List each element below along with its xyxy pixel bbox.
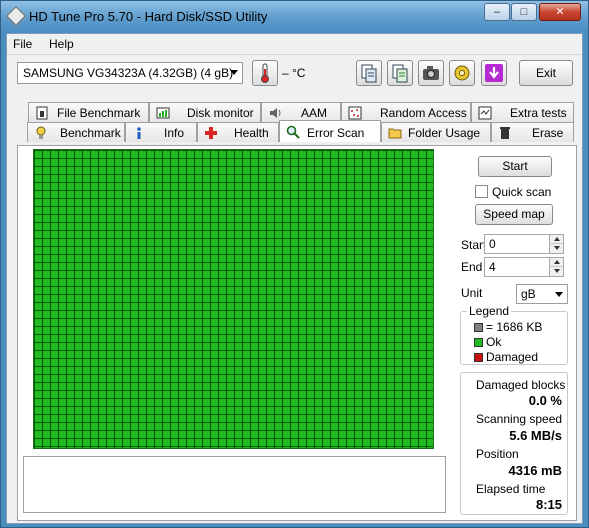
maximize-button[interactable]: □ <box>511 3 537 21</box>
unit-label: Unit <box>461 286 483 300</box>
app-icon <box>6 6 26 26</box>
random-access-icon <box>348 106 362 120</box>
tab-health[interactable]: Health <box>197 122 279 142</box>
scan-block-map <box>33 149 434 449</box>
menu-help[interactable]: Help <box>49 37 74 51</box>
position-value: 4316 mB <box>508 463 562 478</box>
tab-label: Disk monitor <box>187 106 254 120</box>
minimize-button[interactable]: – <box>484 3 510 21</box>
speaker-icon <box>268 106 282 120</box>
chevron-down-icon <box>555 292 563 297</box>
damaged-swatch <box>474 353 483 362</box>
end-label: End <box>461 260 483 274</box>
health-cross-icon <box>204 126 218 140</box>
end-position-input[interactable]: 4 <box>484 257 564 277</box>
legend-block-size: = 1686 KB <box>486 320 543 334</box>
position-label: Position <box>476 447 519 461</box>
unit-value: gB <box>521 287 536 301</box>
magnifier-icon <box>286 125 300 139</box>
temperature-button[interactable] <box>252 60 278 86</box>
tab-label: AAM <box>301 106 328 120</box>
tab-file-benchmark[interactable]: File Benchmark <box>28 102 149 122</box>
start-position-input[interactable]: 0 <box>484 234 564 254</box>
copy-text-icon <box>392 64 408 83</box>
exit-button[interactable]: Exit <box>519 60 573 86</box>
tab-random-access[interactable]: Random Access <box>341 102 471 122</box>
tab-erase[interactable]: Erase <box>491 122 574 142</box>
tab-aam[interactable]: AAM <box>261 102 341 122</box>
screenshot-button[interactable] <box>418 60 444 86</box>
download-arrow-icon <box>485 64 503 82</box>
drive-select[interactable]: SAMSUNG VG34323A (4.32GB) (4 gB) <box>17 62 243 84</box>
end-value: 4 <box>489 260 496 274</box>
info-icon <box>132 126 146 140</box>
start-label: Start <box>461 238 487 252</box>
ok-swatch <box>474 338 483 347</box>
title-bar[interactable]: HD Tune Pro 5.70 - Hard Disk/SSD Utility… <box>1 1 588 33</box>
scanning-speed-label: Scanning speed <box>476 412 563 426</box>
quick-scan-checkbox[interactable] <box>475 185 488 198</box>
tab-disk-monitor[interactable]: Disk monitor <box>149 102 261 122</box>
chevron-down-icon <box>230 70 238 75</box>
tab-folder-usage[interactable]: Folder Usage <box>381 122 491 142</box>
tab-benchmark[interactable]: Benchmark <box>27 122 125 142</box>
copy-text-button[interactable] <box>387 60 413 86</box>
spin-down-icon[interactable] <box>549 244 563 253</box>
disk-monitor-icon <box>156 106 170 120</box>
legend-damaged: Damaged <box>486 350 539 364</box>
spin-up-icon[interactable] <box>549 258 563 267</box>
legend-ok: Ok <box>486 335 502 349</box>
drive-select-value: SAMSUNG VG34323A (4.32GB) (4 gB) <box>23 66 234 80</box>
scan-log <box>23 456 446 513</box>
legend-title: Legend <box>467 304 512 318</box>
tab-label: Error Scan <box>307 126 365 140</box>
extra-tests-icon <box>478 106 492 120</box>
copy-info-icon <box>361 64 377 83</box>
tab-extra-tests[interactable]: Extra tests <box>471 102 574 122</box>
benchmark-icon <box>34 126 48 140</box>
speed-map-button[interactable]: Speed map <box>475 204 553 225</box>
thermometer-icon <box>261 63 269 83</box>
copy-info-button[interactable] <box>356 60 382 86</box>
options-icon <box>454 65 470 81</box>
damaged-blocks-label: Damaged blocks <box>476 378 566 392</box>
window-title: HD Tune Pro 5.70 - Hard Disk/SSD Utility <box>29 9 268 24</box>
trash-icon <box>498 126 512 140</box>
block-swatch <box>474 323 483 332</box>
tab-label: Folder Usage <box>408 126 481 140</box>
elapsed-time-label: Elapsed time <box>476 482 546 496</box>
folder-icon <box>388 126 402 140</box>
tab-label: Erase <box>532 126 564 140</box>
tab-label: Benchmark <box>60 126 121 140</box>
tab-label: File Benchmark <box>57 106 141 120</box>
spin-down-icon[interactable] <box>549 267 563 276</box>
spin-up-icon[interactable] <box>549 235 563 244</box>
tab-label: Random Access <box>380 106 467 120</box>
tab-label: Extra tests <box>510 106 567 120</box>
toolbar-divider <box>7 54 582 55</box>
tab-info[interactable]: Info <box>125 122 197 142</box>
elapsed-time-value: 8:15 <box>535 497 562 512</box>
app-window: HD Tune Pro 5.70 - Hard Disk/SSD Utility… <box>0 0 589 528</box>
tab-label: Health <box>234 126 269 140</box>
close-button[interactable]: ✕ <box>539 3 581 21</box>
tab-error-scan[interactable]: Error Scan <box>279 120 381 142</box>
options-button[interactable] <box>449 60 475 86</box>
camera-icon <box>423 66 439 80</box>
quick-scan-label: Quick scan <box>492 185 552 199</box>
menu-file[interactable]: File <box>13 37 32 51</box>
start-value: 0 <box>489 237 496 251</box>
client-area: File Help SAMSUNG VG34323A (4.32GB) (4 g… <box>6 33 583 524</box>
scanning-speed-value: 5.6 MB/s <box>509 428 562 443</box>
unit-select[interactable]: gB <box>516 284 568 304</box>
damaged-blocks-value: 0.0 % <box>528 393 562 408</box>
menu-bar: File Help <box>7 34 582 54</box>
save-button[interactable] <box>481 60 507 86</box>
temperature-readout: – °C <box>282 66 306 80</box>
file-benchmark-icon <box>35 106 49 120</box>
start-scan-button[interactable]: Start <box>478 156 552 177</box>
error-scan-panel: Start Quick scan Speed map Start 0 End 4… <box>17 145 577 521</box>
tab-label: Info <box>164 126 185 140</box>
